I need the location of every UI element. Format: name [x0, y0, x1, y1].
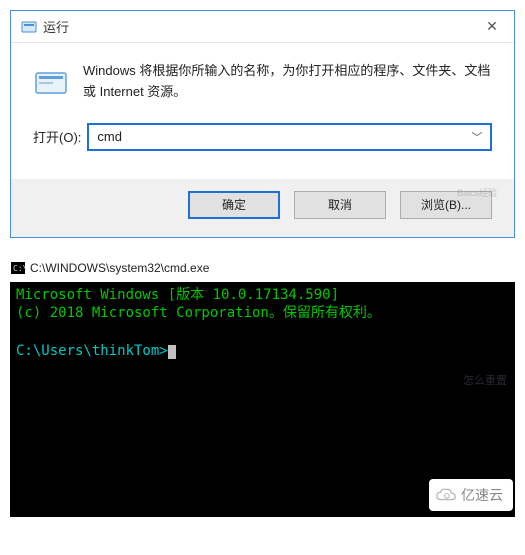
- cmd-titlebar: C:\ C:\WINDOWS\system32\cmd.exe: [10, 256, 515, 282]
- run-title-icon: [21, 19, 37, 35]
- terminal-blank: [16, 323, 509, 342]
- close-button[interactable]: ✕: [478, 18, 506, 35]
- terminal-line-2: (c) 2018 Microsoft Corporation。保留所有权利。: [16, 304, 509, 323]
- dialog-buttons: 确定 取消 浏览(B)... Baics经验: [11, 179, 514, 237]
- run-dialog: 运行 ✕ Windows 将根据你所输入的名称，为你打开相应的程序、文件夹、文档…: [10, 10, 515, 238]
- titlebar-left: 运行: [21, 17, 69, 36]
- terminal-prompt: C:\Users\thinkTom>: [16, 343, 168, 359]
- ok-button[interactable]: 确定: [188, 191, 280, 219]
- open-input[interactable]: [97, 129, 468, 144]
- terminal-watermark: 怎么重置: [463, 374, 507, 389]
- open-input-row: 打开(O): ﹀: [33, 123, 492, 151]
- site-badge-text: 亿速云: [461, 485, 503, 505]
- terminal-prompt-line: C:\Users\thinkTom>: [16, 342, 509, 361]
- browse-button[interactable]: 浏览(B)... Baics经验: [400, 191, 492, 219]
- dialog-body: Windows 将根据你所输入的名称，为你打开相应的程序、文件夹、文档或 Int…: [11, 43, 514, 167]
- dialog-description: Windows 将根据你所输入的名称，为你打开相应的程序、文件夹、文档或 Int…: [83, 61, 492, 103]
- site-badge: 亿速云: [429, 479, 513, 511]
- terminal-cursor: [168, 345, 176, 359]
- cmd-icon: C:\: [10, 260, 26, 276]
- open-combobox[interactable]: ﹀: [87, 123, 492, 151]
- cloud-icon: [435, 487, 457, 503]
- dialog-title: 运行: [43, 17, 69, 36]
- cmd-title: C:\WINDOWS\system32\cmd.exe: [30, 261, 209, 275]
- chevron-down-icon[interactable]: ﹀: [468, 129, 486, 145]
- terminal-line-1: Microsoft Windows [版本 10.0.17134.590]: [16, 286, 509, 305]
- cancel-button[interactable]: 取消: [294, 191, 386, 219]
- titlebar: 运行 ✕: [11, 11, 514, 43]
- open-label: 打开(O):: [33, 127, 81, 146]
- cmd-window: C:\ C:\WINDOWS\system32\cmd.exe Microsof…: [10, 256, 515, 517]
- description-row: Windows 将根据你所输入的名称，为你打开相应的程序、文件夹、文档或 Int…: [33, 61, 492, 103]
- svg-text:C:\: C:\: [13, 264, 26, 273]
- run-icon: [33, 65, 69, 101]
